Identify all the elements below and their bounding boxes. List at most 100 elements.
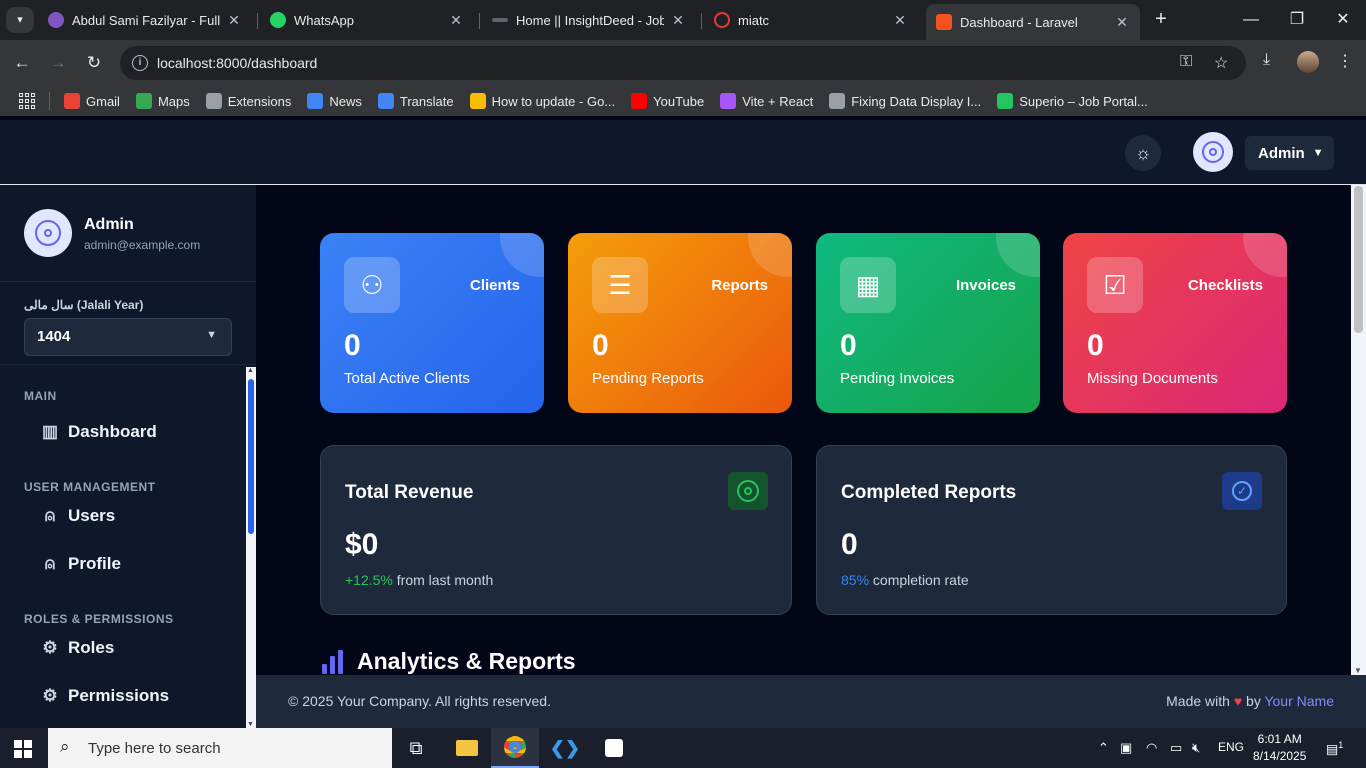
forward-button[interactable]: → bbox=[46, 51, 70, 75]
sidebar-user-card: Admin admin@example.com bbox=[0, 185, 256, 282]
chrome-taskbar-icon[interactable] bbox=[491, 728, 539, 768]
stat-value: 0 bbox=[592, 329, 609, 362]
bookmark-item[interactable]: Extensions bbox=[205, 93, 292, 109]
tab-close-icon[interactable]: ✕ bbox=[226, 12, 242, 29]
main-scrollbar-thumb[interactable] bbox=[1354, 186, 1363, 333]
tab-close-icon[interactable]: ✕ bbox=[892, 12, 908, 29]
file-explorer-icon[interactable] bbox=[443, 728, 491, 768]
heart-icon: ♥ bbox=[1233, 693, 1243, 709]
tab-close-icon[interactable]: ✕ bbox=[1114, 14, 1130, 31]
nav-section-title: USER MANAGEMENT bbox=[24, 480, 156, 494]
stat-title: Checklists bbox=[1187, 277, 1263, 294]
show-hidden-icons-chevron-icon[interactable]: ⌃ bbox=[1098, 740, 1109, 756]
bookmark-item[interactable]: Maps bbox=[135, 93, 190, 109]
download-icon[interactable]: ⤓ bbox=[1263, 51, 1270, 69]
browser-tab[interactable]: Abdul Sami Fazilyar - Full-St ✕ bbox=[38, 5, 252, 35]
user-group-icon: ⚇ bbox=[344, 257, 400, 313]
tab-close-icon[interactable]: ✕ bbox=[670, 12, 686, 29]
sidebar-item-roles[interactable]: ⚙ Roles bbox=[0, 624, 246, 672]
address-bar[interactable]: i localhost:8000/dashboard ⚿ ☆ bbox=[120, 46, 1246, 80]
new-tab-button[interactable]: + bbox=[1150, 8, 1172, 30]
theme-toggle-sun-icon[interactable]: ☼ bbox=[1125, 135, 1161, 171]
completed-reports-card: Completed Reports ✓ 0 85% completion rat… bbox=[816, 445, 1287, 615]
stat-label: Total Active Clients bbox=[344, 370, 470, 387]
scroll-down-arrow-icon[interactable]: ▼ bbox=[247, 721, 254, 728]
sidebar-item-permissions[interactable]: ⚙ Permissions bbox=[0, 672, 246, 720]
browser-tab[interactable]: miatc ✕ bbox=[704, 5, 918, 35]
by-text: by bbox=[1246, 693, 1261, 709]
vscode-taskbar-icon[interactable]: ❮❯ bbox=[541, 728, 589, 768]
notifications-icon[interactable]: ▤1 bbox=[1326, 740, 1343, 757]
bookmark-item[interactable]: Gmail bbox=[64, 93, 120, 109]
bookmark-item[interactable]: Translate bbox=[377, 93, 454, 109]
main-scrollbar[interactable]: ▼ bbox=[1351, 185, 1366, 675]
browser-tab[interactable]: WhatsApp ✕ bbox=[260, 5, 474, 35]
bookmark-item[interactable]: Fixing Data Display I... bbox=[829, 93, 981, 109]
task-view-icon[interactable]: ⧉ bbox=[392, 728, 440, 768]
made-with-text: Made with bbox=[1166, 693, 1230, 709]
stat-card-checklists[interactable]: ☑ Checklists 0 Missing Documents bbox=[1063, 233, 1287, 413]
minimize-button[interactable]: — bbox=[1239, 8, 1263, 32]
reload-button[interactable]: ↻ bbox=[82, 51, 106, 75]
terminal-taskbar-icon[interactable] bbox=[590, 728, 638, 768]
bookmark-label: Gmail bbox=[86, 93, 120, 109]
restore-button[interactable]: ❐ bbox=[1285, 8, 1309, 32]
tab-close-icon[interactable]: ✕ bbox=[448, 12, 464, 29]
card-decoration bbox=[996, 233, 1040, 277]
bookmark-star-icon[interactable]: ☆ bbox=[1214, 53, 1228, 73]
document-icon: ☰ bbox=[592, 257, 648, 313]
bookmark-favicon-icon bbox=[469, 93, 486, 109]
bookmark-favicon-icon bbox=[205, 93, 222, 109]
bookmark-label: Extensions bbox=[227, 93, 292, 109]
back-button[interactable]: ← bbox=[10, 51, 34, 75]
tab-favicon-icon bbox=[492, 18, 508, 22]
close-window-button[interactable]: ✕ bbox=[1331, 8, 1355, 32]
completion-rate-line: 85% completion rate bbox=[841, 572, 969, 588]
browser-menu-icon[interactable]: ⋮ bbox=[1337, 51, 1353, 71]
tab-search-button[interactable]: ▾ bbox=[6, 7, 34, 33]
nav-section-title: ROLES & PERMISSIONS bbox=[24, 612, 174, 626]
wifi-icon[interactable]: ◠ bbox=[1146, 740, 1157, 756]
site-info-icon[interactable]: i bbox=[132, 55, 148, 71]
stat-card-clients[interactable]: ⚇ Clients 0 Total Active Clients bbox=[320, 233, 544, 413]
browser-tab-active[interactable]: Dashboard - Laravel ✕ bbox=[926, 4, 1140, 40]
scroll-down-arrow-icon[interactable]: ▼ bbox=[1354, 666, 1362, 675]
page-footer: © 2025 Your Company. All rights reserved… bbox=[256, 675, 1366, 728]
sidebar-item-profile[interactable]: ⍝ Profile bbox=[0, 540, 246, 588]
address-url[interactable]: localhost:8000/dashboard bbox=[157, 55, 317, 71]
bookmark-item[interactable]: News bbox=[307, 93, 362, 109]
sidebar-scrollbar-thumb[interactable] bbox=[248, 379, 254, 534]
sidebar-avatar bbox=[24, 209, 72, 257]
stat-value: 0 bbox=[840, 329, 857, 362]
bookmark-item[interactable]: Superio – Job Portal... bbox=[997, 93, 1148, 109]
chevron-down-icon: ▼ bbox=[1312, 147, 1324, 159]
tray-app-icon[interactable]: ▣ bbox=[1120, 740, 1132, 756]
bookmark-item[interactable]: How to update - Go... bbox=[469, 93, 615, 109]
sidebar-scrollbar[interactable]: ▲ ▼ bbox=[246, 367, 256, 728]
apps-grid-icon[interactable] bbox=[19, 93, 35, 109]
sidebar-item-dashboard[interactable]: ▥ Dashboard bbox=[0, 408, 246, 456]
stat-label: Pending Invoices bbox=[840, 370, 955, 387]
nav-section-title: CLIENT MANAGEMENT bbox=[0, 720, 246, 728]
user-icon: ⍝ bbox=[44, 506, 56, 525]
windows-start-icon[interactable] bbox=[14, 740, 32, 758]
header-avatar[interactable] bbox=[1193, 132, 1233, 172]
year-select[interactable]: 1404 ▼ bbox=[24, 318, 232, 356]
browser-profile-avatar[interactable] bbox=[1297, 51, 1319, 73]
sidebar-item-users[interactable]: ⍝ Users bbox=[0, 492, 246, 540]
language-indicator[interactable]: ENG bbox=[1218, 740, 1244, 754]
volume-muted-icon[interactable]: 🔇︎ bbox=[1192, 740, 1200, 756]
user-menu-button[interactable]: Admin ▼ bbox=[1245, 136, 1334, 170]
author-link[interactable]: Your Name bbox=[1264, 693, 1334, 709]
taskbar-clock[interactable]: 6:01 AM 8/14/2025 bbox=[1253, 731, 1306, 765]
scroll-up-arrow-icon[interactable]: ▲ bbox=[247, 367, 254, 374]
password-key-icon[interactable]: ⚿ bbox=[1180, 53, 1192, 71]
stat-card-reports[interactable]: ☰ Reports 0 Pending Reports bbox=[568, 233, 792, 413]
bookmark-item[interactable]: YouTube bbox=[631, 93, 704, 109]
bookmark-item[interactable]: Vite + React bbox=[720, 93, 813, 109]
battery-icon[interactable]: ▭ bbox=[1170, 740, 1182, 756]
tab-favicon-icon bbox=[48, 12, 64, 28]
browser-tab[interactable]: Home || InsightDeed - Job P ✕ bbox=[482, 5, 696, 35]
stat-card-invoices[interactable]: ▦ Invoices 0 Pending Invoices bbox=[816, 233, 1040, 413]
taskbar-search-box[interactable]: ⌕ Type here to search bbox=[48, 728, 392, 768]
